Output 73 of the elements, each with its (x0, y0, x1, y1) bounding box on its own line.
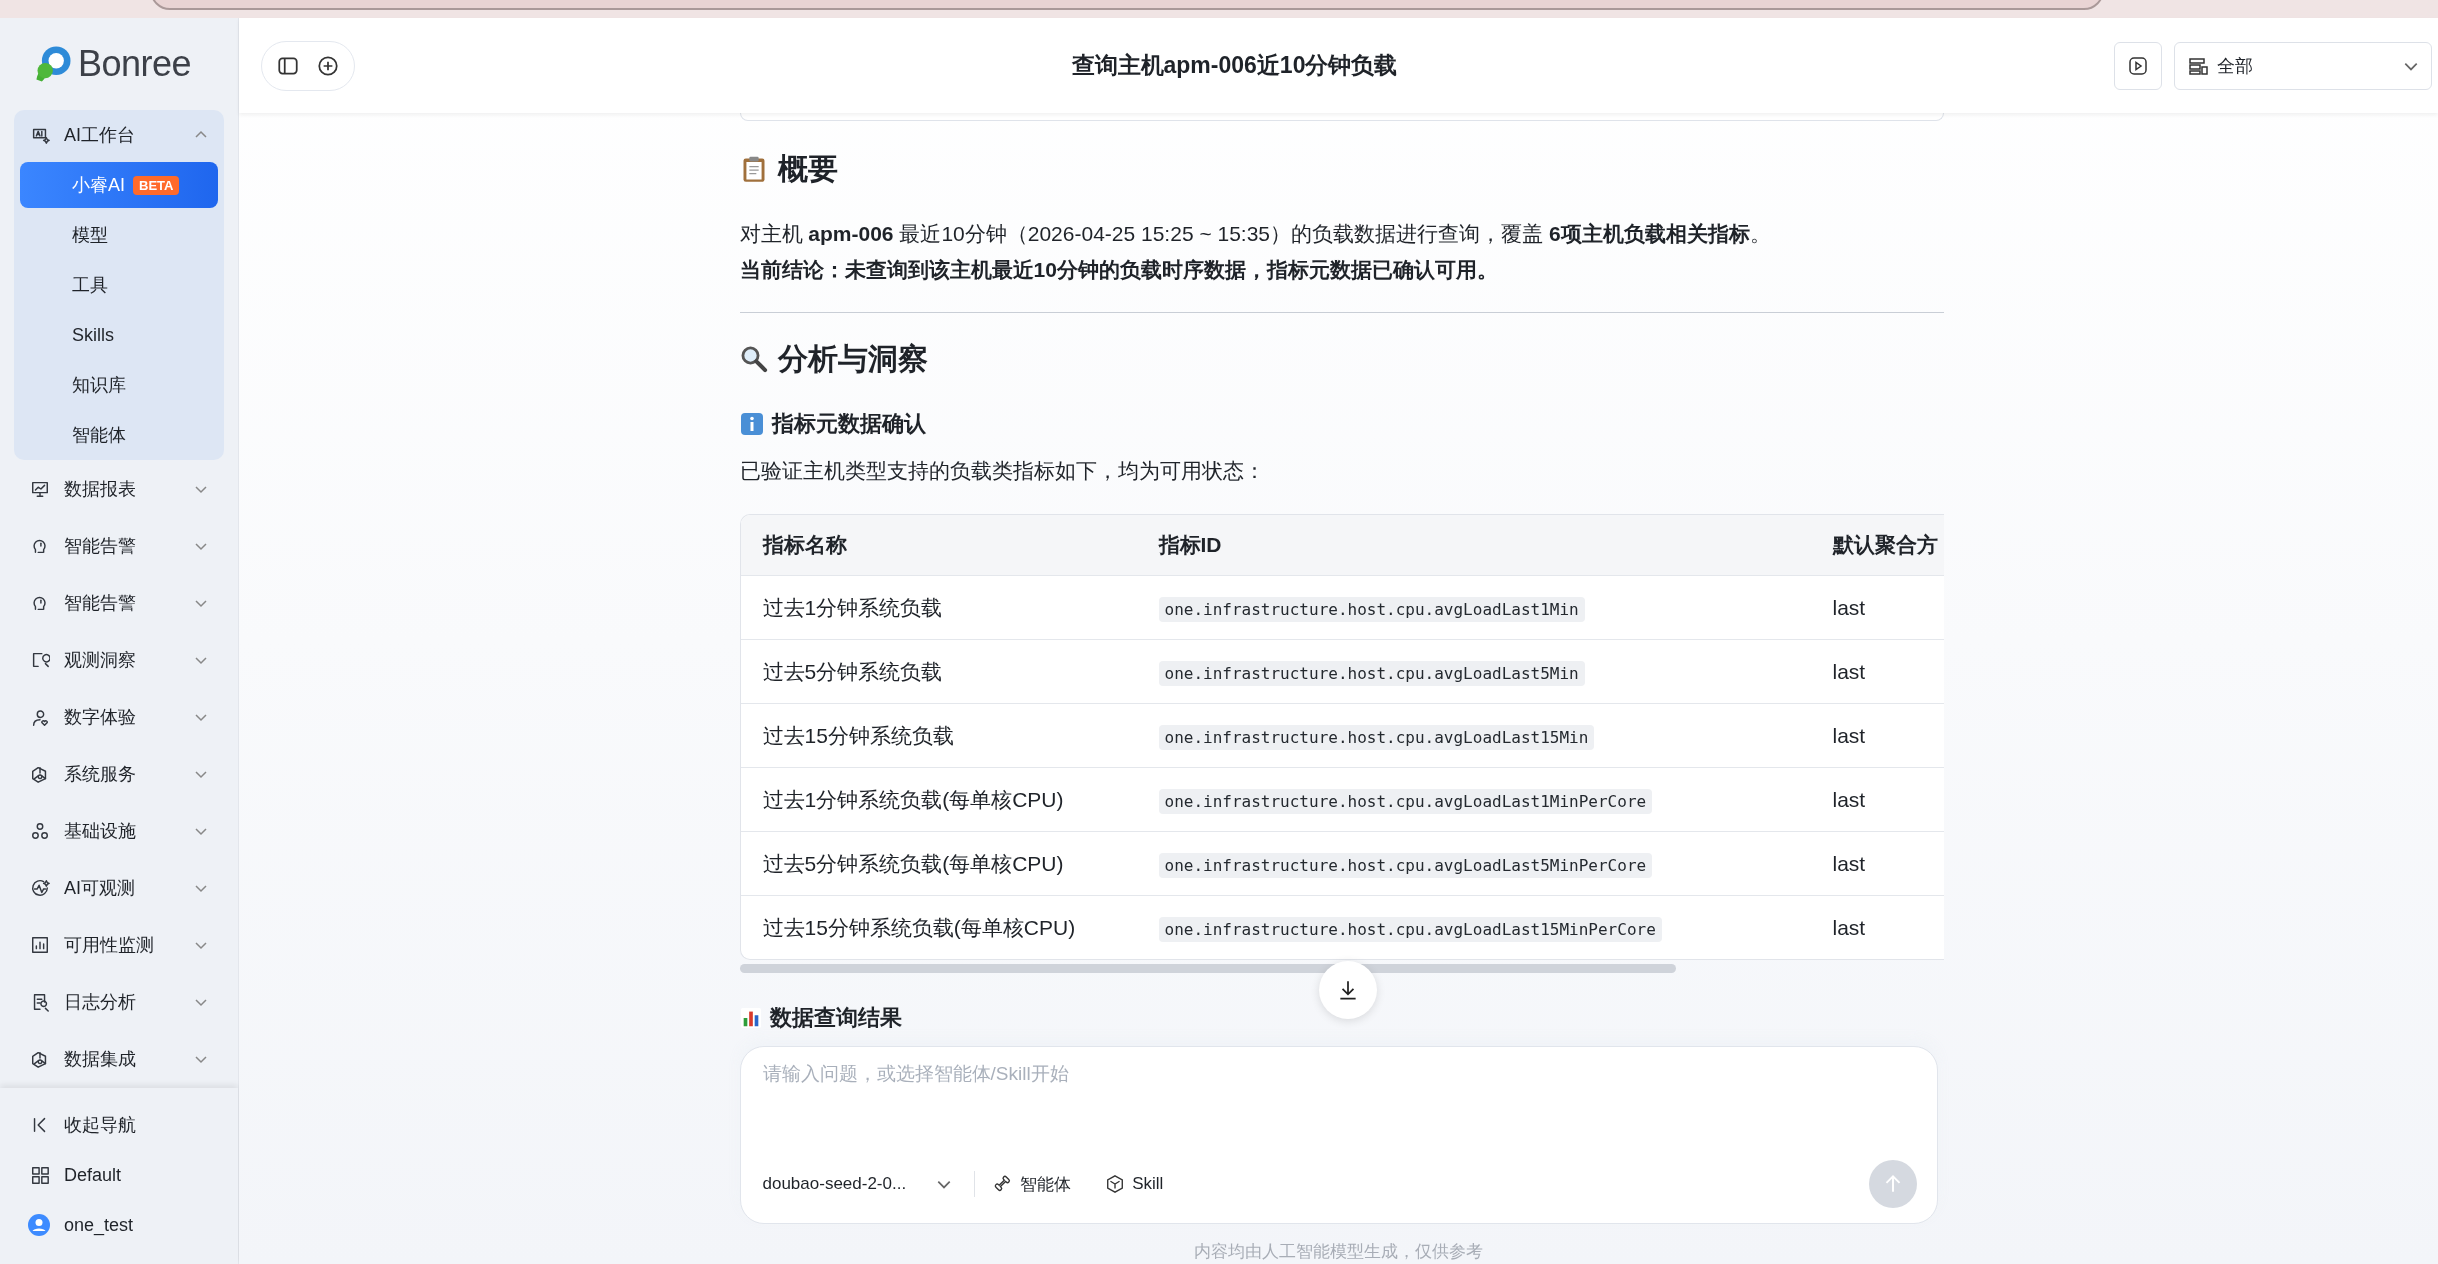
bar-chart-icon (739, 1007, 762, 1029)
magnifier-icon (739, 345, 768, 373)
table-cell: last (1832, 851, 1866, 875)
avatar-icon (28, 1214, 50, 1236)
subsection-heading: 指标元数据确认 (771, 410, 926, 438)
skill-button[interactable]: Skill (1105, 1174, 1164, 1194)
nav-item[interactable]: 可用性监测 (14, 916, 224, 973)
metric-id: one.infrastructure.host.cpu.avgLoadLast5MinPerCore (1158, 852, 1653, 878)
nav-subitem[interactable]: Skills (20, 310, 218, 360)
nav-item[interactable]: 观测洞察 (14, 631, 224, 688)
sidebar-link[interactable]: 收起导航 (0, 1100, 238, 1150)
play-button[interactable] (2114, 41, 2162, 90)
nav-item[interactable]: 系统服务 (14, 745, 224, 802)
nav-subitem[interactable]: 知识库 (20, 360, 218, 410)
chat-title: 查询主机apm-006近10分钟负载 (1070, 51, 1399, 80)
table-cell: 过去15分钟系统负载(每单核CPU) (762, 915, 1076, 939)
column-header: 指标名称 (761, 532, 848, 558)
info-icon (739, 412, 764, 436)
section-heading: 分析与洞察 (777, 341, 928, 377)
play-icon (2127, 54, 2149, 77)
nav-subitem[interactable]: 模型 (20, 210, 218, 260)
table-cell: last (1832, 723, 1866, 747)
column-header: 默认聚合方 (1831, 532, 1939, 558)
metric-id: one.infrastructure.host.cpu.avgLoadLast1MinPerCore (1158, 788, 1653, 814)
nav-item[interactable]: AI工作台 (14, 110, 224, 160)
cube-icon (1105, 1174, 1126, 1194)
sidebar-link[interactable]: Default (0, 1150, 238, 1200)
summary-text: 对主机 apm-006 最近10分钟（2026-04-25 15:25 ~ 15:35）的负载数据进行查询，覆盖 6项主机负载相关指标。 (739, 221, 1772, 247)
table-cell: 过去1分钟系统负载 (762, 595, 943, 619)
table-cell: last (1832, 595, 1866, 619)
column-header: 指标ID (1157, 532, 1223, 558)
metric-id: one.infrastructure.host.cpu.avgLoadLast15MinPerCore (1158, 916, 1662, 942)
table-cell: last (1832, 659, 1866, 683)
logo-text: Bonree (78, 43, 192, 85)
nav-item[interactable]: AI可观测 (14, 859, 224, 916)
scroll-down-button[interactable] (1319, 961, 1377, 1019)
nav-item[interactable]: 日志分析 (14, 973, 224, 1030)
metric-id: one.infrastructure.host.cpu.avgLoadLast1Min (1158, 596, 1585, 622)
grid-icon (30, 1165, 50, 1185)
table-cell: 过去15分钟系统负载 (762, 723, 954, 747)
circles-icon (30, 820, 50, 841)
message-input[interactable]: 请输入问题，或选择智能体/Skill开始 (762, 1059, 1917, 1159)
table-cell: 过去5分钟系统负载 (762, 659, 943, 683)
nav-item[interactable]: 智能告警 (14, 517, 224, 574)
disclaimer-text: 内容均由人工智能模型生成，仅供参考 (1193, 1241, 1484, 1263)
model-select[interactable]: doubao-seed-2-0... (762, 1174, 953, 1194)
table-cell: last (1832, 915, 1866, 939)
nav-item[interactable]: 数据报表 (14, 460, 224, 517)
nav-item[interactable]: 智能告警 (14, 574, 224, 631)
metric-id: one.infrastructure.host.cpu.avgLoadLast15Min (1158, 724, 1595, 750)
subsection-heading: 数据查询结果 (769, 1004, 902, 1032)
nav-subitem[interactable]: 工具 (20, 260, 218, 310)
beta-badge: BETA (133, 175, 180, 195)
nav-subitem[interactable]: 小睿AI BETA (20, 162, 218, 208)
pulse-icon (30, 877, 50, 898)
table-cell: 过去5分钟系统负载(每单核CPU) (762, 851, 1064, 875)
add-icon[interactable] (316, 53, 340, 78)
sidebar-link[interactable]: one_test (0, 1200, 238, 1250)
nav-item[interactable]: 数据集成 (14, 1030, 224, 1087)
section-heading: 概要 (777, 151, 838, 187)
conclusion-text: 当前结论：未查询到该主机最近10分钟的负载时序数据，指标元数据已确认可用。 (739, 257, 1499, 283)
nav-subitem[interactable]: 智能体 (20, 410, 218, 460)
table-cell: last (1832, 787, 1866, 811)
nav-item[interactable]: 基础设施 (14, 802, 224, 859)
metric-id: one.infrastructure.host.cpu.avgLoadLast5Min (1158, 660, 1585, 686)
scrollbar[interactable] (739, 964, 1676, 973)
metadata-text: 已验证主机类型支持的负载类指标如下，均为可用状态： (739, 458, 1266, 484)
chat-composer[interactable]: 请输入问题，或选择智能体/Skill开始 doubao-seed-2-0... 智能体 Skill (739, 1046, 1938, 1224)
bar-chart-icon (30, 934, 50, 955)
nav-item[interactable]: 数字体验 (14, 688, 224, 745)
table-cell: 过去1分钟系统负载(每单核CPU) (762, 787, 1064, 811)
filter-select[interactable]: 全部 (2174, 41, 2432, 90)
agent-button[interactable]: 智能体 (993, 1172, 1072, 1196)
